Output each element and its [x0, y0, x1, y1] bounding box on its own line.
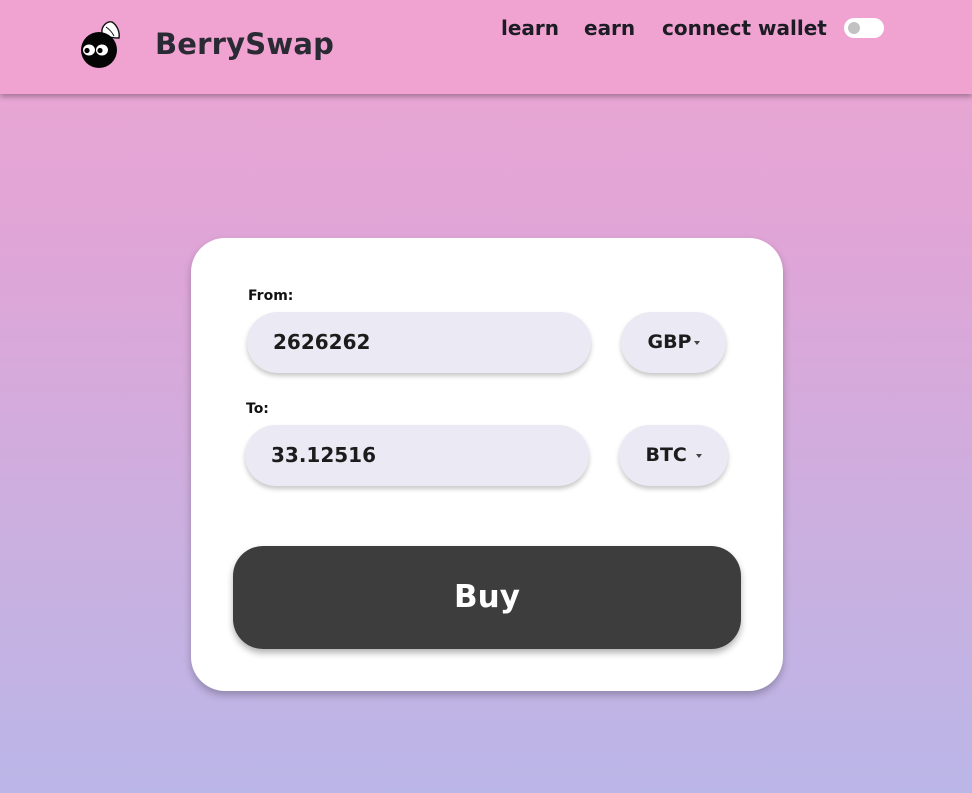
nav-learn-link[interactable]: learn — [501, 16, 559, 40]
to-currency-select[interactable]: BTC — [619, 425, 728, 486]
to-amount-input[interactable]: 33.12516 — [245, 425, 589, 486]
nav-connect-wallet-link[interactable]: connect wallet — [662, 16, 827, 40]
from-amount-input[interactable]: 2626262 — [247, 312, 591, 373]
to-label: To: — [246, 401, 269, 417]
chevron-down-icon — [693, 340, 700, 345]
buy-button[interactable]: Buy — [233, 546, 741, 649]
theme-toggle[interactable] — [844, 18, 884, 38]
berry-logo-icon[interactable] — [79, 20, 123, 70]
to-currency-label: BTC — [645, 444, 687, 466]
nav-earn-link[interactable]: earn — [584, 16, 635, 40]
swap-card: From: 2626262 GBP To: 33.12516 BTC Buy — [191, 238, 783, 691]
from-label: From: — [248, 288, 294, 304]
from-currency-label: GBP — [647, 331, 692, 353]
brand-name[interactable]: BerrySwap — [155, 27, 334, 61]
toggle-knob — [848, 22, 860, 34]
from-currency-select[interactable]: GBP — [621, 312, 726, 373]
chevron-down-icon — [695, 453, 702, 458]
top-nav-bar: BerrySwap learn earn connect wallet — [0, 0, 972, 94]
